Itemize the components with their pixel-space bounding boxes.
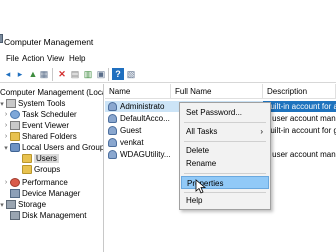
menu-action[interactable]: Action xyxy=(22,54,44,63)
tree-item-disk-management[interactable]: Disk Management xyxy=(10,210,86,221)
expand-icon[interactable]: › xyxy=(2,111,10,118)
user-name: venkat xyxy=(120,138,144,147)
context-menu: Set Password... All Tasks › Delete Renam… xyxy=(179,102,271,210)
tree-item-event-viewer[interactable]: › Event Viewer xyxy=(2,120,69,131)
tree-item-local-users-groups[interactable]: ▾ Local Users and Groups xyxy=(2,142,104,153)
expand-icon[interactable]: › xyxy=(2,133,10,140)
window-title: Computer Management xyxy=(4,37,94,47)
users-icon xyxy=(10,143,20,152)
export-list-icon[interactable]: ▣ xyxy=(95,68,107,80)
user-name: Guest xyxy=(120,126,142,135)
computer-management-icon xyxy=(0,34,3,43)
help-icon[interactable]: ? xyxy=(112,68,124,80)
tree-item-label: Disk Management xyxy=(22,211,87,220)
user-icon xyxy=(108,114,117,123)
tree-item-performance[interactable]: › Performance xyxy=(2,177,68,188)
menu-item-properties[interactable]: Properties xyxy=(181,176,269,189)
menu-separator xyxy=(184,173,266,174)
tree-item-label: Shared Folders xyxy=(22,132,77,141)
show-hide-tree-icon[interactable]: ▦ xyxy=(38,68,50,80)
user-icon xyxy=(108,150,117,159)
toolbar-separator xyxy=(52,68,53,81)
menu-item-label: All Tasks xyxy=(186,127,218,136)
mouse-pointer-icon xyxy=(195,179,207,194)
tree-item-task-scheduler[interactable]: › Task Scheduler xyxy=(2,109,77,120)
user-name: DefaultAcco... xyxy=(120,114,170,123)
submenu-arrow-icon: › xyxy=(260,127,263,136)
folder-icon xyxy=(22,154,32,163)
tree-item-label: Groups xyxy=(34,165,61,174)
user-icon xyxy=(108,138,117,147)
column-header-description[interactable]: Description xyxy=(263,84,336,99)
user-description: Built-in account for gu xyxy=(265,126,336,135)
user-name: Administrato xyxy=(120,102,165,111)
console-tree: Computer Management (Local ▾ System Tool… xyxy=(0,84,104,252)
tree-item-storage[interactable]: ▾ Storage xyxy=(0,199,46,210)
toolbar-separator xyxy=(108,68,109,81)
menu-view[interactable]: View xyxy=(47,54,64,63)
user-description: A user account manag xyxy=(265,150,336,159)
disk-icon xyxy=(10,211,20,220)
toolbar: ◂ ▸ ▲ ▦ ✕ ▤ ▥ ▣ ? ▧ xyxy=(0,66,336,83)
tree-item-device-manager[interactable]: Device Manager xyxy=(2,188,80,199)
tree-item-label: Task Scheduler xyxy=(22,110,77,119)
user-name: WDAGUtility... xyxy=(120,150,171,159)
properties-icon[interactable]: ▤ xyxy=(69,68,81,80)
tree-item-root[interactable]: Computer Management (Local xyxy=(0,87,104,98)
back-arrow-icon[interactable]: ◂ xyxy=(2,68,14,80)
tree-item-label: Event Viewer xyxy=(22,121,69,130)
expand-icon[interactable]: › xyxy=(2,179,10,186)
column-header-full-name[interactable]: Full Name xyxy=(171,84,263,99)
menu-item-set-password[interactable]: Set Password... xyxy=(181,106,269,119)
tree-item-label: System Tools xyxy=(18,99,66,108)
tree-item-label: Computer Management (Local xyxy=(0,88,104,97)
menu-separator xyxy=(184,141,266,142)
clock-icon xyxy=(10,110,20,119)
folder-icon xyxy=(22,165,32,174)
tools-icon xyxy=(6,99,16,108)
tree-item-groups[interactable]: Groups xyxy=(14,164,60,175)
menu-help[interactable]: Help xyxy=(69,54,85,63)
folder-icon xyxy=(10,132,20,141)
collapse-icon[interactable]: ▾ xyxy=(2,144,10,152)
console-icon[interactable]: ▧ xyxy=(125,68,137,80)
device-manager-icon xyxy=(10,189,20,198)
tree-item-label: Device Manager xyxy=(22,189,81,198)
user-icon xyxy=(108,102,117,111)
menu-item-delete[interactable]: Delete xyxy=(181,144,269,157)
forward-arrow-icon[interactable]: ▸ xyxy=(14,68,26,80)
menu-item-rename[interactable]: Rename xyxy=(181,157,269,170)
refresh-icon[interactable]: ▥ xyxy=(82,68,94,80)
user-description xyxy=(265,137,336,148)
tree-item-shared-folders[interactable]: › Shared Folders xyxy=(2,131,77,142)
tree-item-label: Local Users and Groups xyxy=(22,143,104,152)
tree-item-label: Performance xyxy=(22,178,68,187)
event-log-icon xyxy=(10,121,20,130)
tree-item-label: Storage xyxy=(18,200,47,209)
title-bar: Computer Management xyxy=(0,0,336,50)
menu-item-all-tasks[interactable]: All Tasks › xyxy=(181,125,269,138)
menu-separator xyxy=(184,122,266,123)
tree-item-users[interactable]: Users xyxy=(14,153,59,164)
user-description: A user account manag xyxy=(265,114,336,123)
column-header-name[interactable]: Name xyxy=(105,84,171,99)
tree-item-label: Users xyxy=(34,154,59,163)
delete-icon[interactable]: ✕ xyxy=(56,68,68,80)
expand-icon[interactable]: › xyxy=(2,122,10,129)
menu-bar: File Action View Help xyxy=(0,52,336,66)
menu-file[interactable]: File xyxy=(6,54,19,63)
storage-icon xyxy=(6,200,16,209)
menu-item-help[interactable]: Help xyxy=(181,194,269,207)
user-description: Built-in account for a xyxy=(263,101,336,112)
performance-icon xyxy=(10,178,20,187)
tree-item-system-tools[interactable]: ▾ System Tools xyxy=(0,98,65,109)
user-icon xyxy=(108,126,117,135)
